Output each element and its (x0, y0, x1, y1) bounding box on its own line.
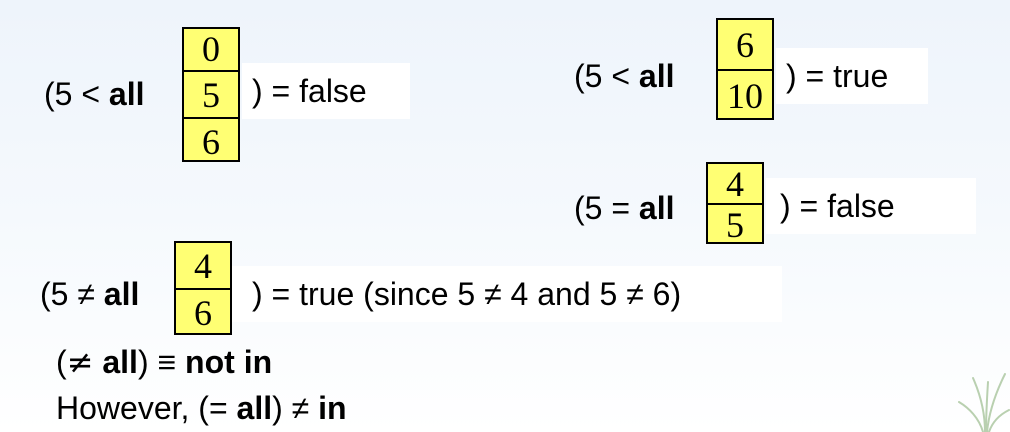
equivalence-rest: ) ≡ (137, 344, 186, 380)
ex2-value-0: 6 (736, 24, 754, 65)
ex3-keyword: all (638, 190, 675, 226)
equivalence-keyword-2: not in (185, 344, 273, 380)
however-rest: ) ≠ (272, 390, 319, 426)
ex2-value-column: 6 10 (716, 18, 774, 120)
grass-decoration-icon (958, 373, 1010, 432)
ex4-expression: (5 ≠ all (40, 276, 139, 312)
ex1-result: ) = false (242, 63, 410, 119)
ex3-value-1: 5 (708, 203, 762, 245)
however-prefix: However, (= (56, 390, 237, 426)
ex1-expression: (5 < all (44, 76, 145, 112)
ex1-keyword: all (108, 76, 145, 112)
ex3-value-0: 4 (726, 163, 744, 204)
ex4-keyword: all (103, 276, 140, 312)
however-keyword-2: in (318, 390, 347, 426)
equivalence-line: (≠ all) ≡ not in (56, 344, 272, 380)
ex2-result: ) = true (776, 48, 928, 104)
ex2-keyword: all (638, 58, 675, 94)
ex2-open: (5 < (574, 58, 639, 94)
ex1-value-1: 5 (184, 70, 238, 117)
however-line: However, (= all) ≠ in (56, 390, 347, 426)
equivalence-open: ( (56, 344, 67, 380)
ex4-value-column: 4 6 (174, 241, 232, 335)
ex1-open: (5 < (44, 76, 109, 112)
ex4-result: ) = true (since 5 ≠ 4 and 5 ≠ 6) (232, 266, 782, 322)
ex2-value-1: 10 (718, 69, 772, 120)
ex3-expression: (5 = all (574, 190, 675, 226)
however-keyword: all (236, 390, 273, 426)
ex4-open: (5 ≠ (40, 276, 104, 312)
ex3-result: ) = false (766, 178, 976, 234)
ex4-value-0: 4 (194, 245, 212, 286)
ex3-open: (5 = (574, 190, 639, 226)
ex4-value-1: 6 (176, 288, 230, 335)
ex1-value-0: 0 (202, 29, 220, 69)
ex1-value-2: 6 (184, 117, 238, 164)
ex1-value-column: 0 5 6 (182, 27, 240, 162)
equivalence-symbol: ≠ (66, 343, 94, 381)
equivalence-keyword: all (93, 344, 138, 380)
ex3-value-column: 4 5 (706, 162, 764, 245)
ex2-expression: (5 < all (574, 58, 675, 94)
